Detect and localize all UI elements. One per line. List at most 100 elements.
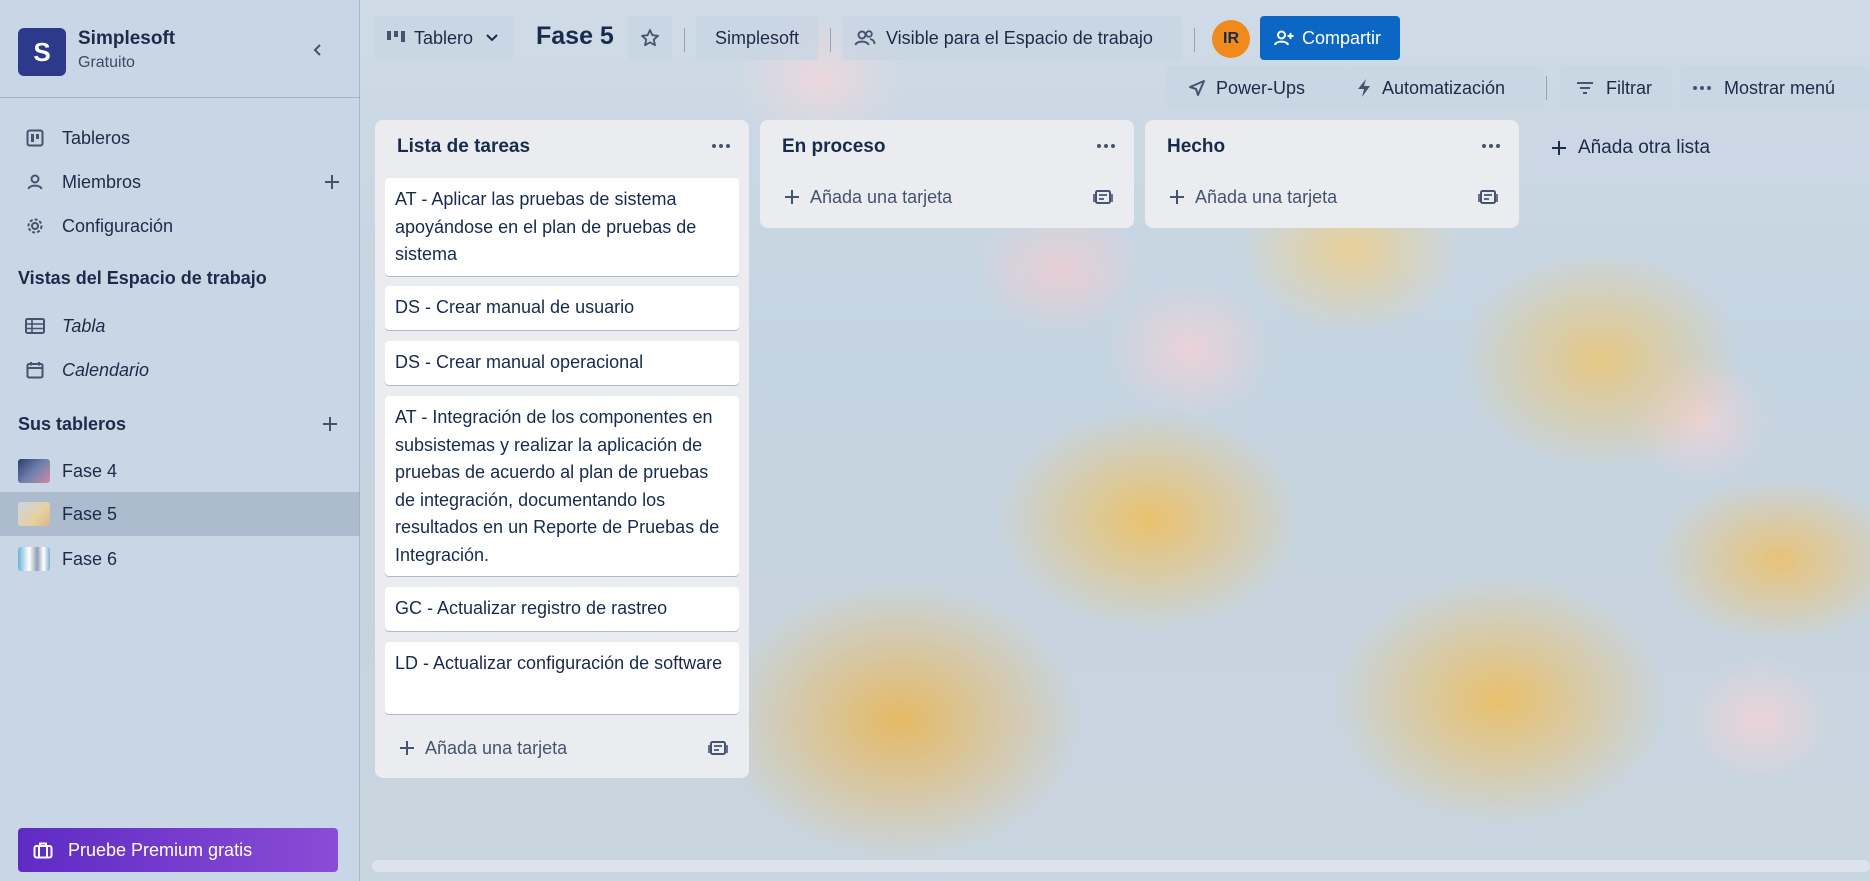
- sidebar-item-label: Configuración: [62, 215, 174, 236]
- sidebar-item-label: Fase 5: [62, 503, 118, 524]
- view-switcher-button[interactable]: Tablero: [374, 16, 514, 60]
- sidebar-item-label: Calendario: [62, 359, 150, 380]
- premium-label: Pruebe Premium gratis: [68, 839, 253, 860]
- share-label: Compartir: [1302, 27, 1382, 48]
- plus-icon: [1167, 187, 1187, 207]
- boards-section-title: Sus tableros: [18, 414, 127, 434]
- plus-icon: [782, 187, 802, 207]
- workspace-header: S Simplesoft Gratuito: [0, 0, 360, 98]
- list-title[interactable]: En proceso: [782, 136, 885, 158]
- list-title[interactable]: Lista de tareas: [397, 136, 530, 158]
- plus-icon: [397, 738, 417, 758]
- sidebar-item-label: Fase 6: [62, 548, 118, 569]
- collapse-sidebar-icon[interactable]: [306, 38, 330, 62]
- person-icon: [24, 171, 46, 193]
- filter-label: Filtrar: [1606, 77, 1652, 98]
- list-lista-de-tareas[interactable]: Lista de tareas AT - Aplicar las pruebas…: [375, 120, 749, 778]
- list-menu-icon[interactable]: [707, 134, 735, 158]
- plus-icon: [1550, 139, 1568, 157]
- lightning-icon: [1356, 78, 1372, 98]
- card-template-icon[interactable]: [1092, 186, 1114, 208]
- workspace-plan: Gratuito: [78, 54, 135, 71]
- add-list-label: Añada otra lista: [1578, 137, 1711, 158]
- header-divider: [684, 28, 685, 52]
- sidebar-board-fase-6[interactable]: Fase 6: [0, 539, 360, 579]
- people-icon: [854, 29, 876, 47]
- board-icon: [24, 127, 46, 149]
- visibility-label: Visible para el Espacio de trabajo: [886, 27, 1153, 48]
- card[interactable]: AT - Aplicar las pruebas de sistema apoy…: [385, 178, 739, 276]
- workspace-logo[interactable]: S: [18, 28, 66, 76]
- list-title[interactable]: Hecho: [1167, 136, 1225, 158]
- list-menu-icon[interactable]: [1477, 134, 1505, 158]
- table-icon: [24, 315, 46, 337]
- sidebar-board-fase-5[interactable]: Fase 5: [0, 492, 360, 536]
- add-list-button[interactable]: Añada otra lista: [1530, 120, 1870, 176]
- workspace-name[interactable]: Simplesoft: [78, 28, 175, 50]
- show-menu-button[interactable]: Mostrar menú: [1680, 66, 1870, 110]
- add-member-icon[interactable]: [320, 170, 344, 194]
- power-ups-button[interactable]: Power-Ups: [1166, 66, 1346, 110]
- workspace-button-label: Simplesoft: [714, 27, 800, 48]
- header-divider: [1546, 76, 1547, 100]
- sidebar-item-configuracion[interactable]: Configuración: [0, 206, 360, 246]
- board-title[interactable]: Fase 5: [536, 22, 614, 51]
- star-board-button[interactable]: [628, 16, 672, 60]
- add-card-button[interactable]: Añada una tarjeta: [397, 733, 567, 763]
- star-icon: [640, 28, 660, 48]
- chevron-down-icon: [485, 33, 499, 43]
- sidebar-item-tableros[interactable]: Tableros: [0, 118, 360, 158]
- board-thumbnail: [18, 547, 50, 571]
- more-icon: [1692, 85, 1712, 91]
- list-en-proceso[interactable]: En proceso Añada una tarjeta: [760, 120, 1134, 228]
- card[interactable]: GC - Actualizar registro de rastreo: [385, 587, 739, 631]
- board-thumbnail: [18, 459, 50, 483]
- automation-label: Automatización: [1382, 77, 1506, 98]
- show-menu-label: Mostrar menú: [1724, 77, 1836, 98]
- sidebar-item-label: Tabla: [62, 315, 106, 336]
- visibility-button[interactable]: Visible para el Espacio de trabajo: [842, 16, 1182, 60]
- workspace-button[interactable]: Simplesoft: [696, 16, 818, 60]
- gear-icon: [24, 215, 46, 237]
- list-hecho[interactable]: Hecho Añada una tarjeta: [1145, 120, 1519, 228]
- card-template-icon[interactable]: [1477, 186, 1499, 208]
- list-menu-icon[interactable]: [1092, 134, 1120, 158]
- add-card-label: Añada una tarjeta: [810, 186, 953, 207]
- add-board-icon[interactable]: [318, 412, 342, 436]
- sidebar-item-miembros[interactable]: Miembros: [0, 162, 360, 202]
- add-card-label: Añada una tarjeta: [1195, 186, 1338, 207]
- power-ups-label: Power-Ups: [1216, 77, 1306, 98]
- sidebar-item-label: Miembros: [62, 171, 142, 192]
- add-person-icon: [1274, 29, 1294, 47]
- sidebar: S Simplesoft Gratuito Tableros Miembros …: [0, 0, 360, 881]
- try-premium-button[interactable]: Pruebe Premium gratis: [18, 828, 338, 872]
- board-view-icon: [386, 30, 406, 46]
- header-divider: [1194, 28, 1195, 52]
- add-card-label: Añada una tarjeta: [425, 737, 568, 758]
- sidebar-item-label: Tableros: [62, 127, 131, 148]
- card[interactable]: DS - Crear manual operacional: [385, 341, 739, 385]
- sidebar-item-label: Fase 4: [62, 460, 118, 481]
- rocket-icon: [1188, 79, 1206, 97]
- calendar-icon: [24, 359, 46, 381]
- view-switcher-label: Tablero: [414, 27, 474, 48]
- card[interactable]: LD - Actualizar configuración de softwar…: [385, 642, 739, 714]
- horizontal-scrollbar[interactable]: [372, 860, 1870, 872]
- filter-button[interactable]: Filtrar: [1560, 66, 1672, 110]
- add-card-button[interactable]: Añada una tarjeta: [1167, 182, 1337, 212]
- views-section-title: Vistas del Espacio de trabajo: [18, 268, 267, 288]
- sidebar-board-fase-4[interactable]: Fase 4: [0, 451, 360, 491]
- card-template-icon[interactable]: [707, 737, 729, 759]
- board-thumbnail: [18, 502, 50, 526]
- automation-button[interactable]: Automatización: [1346, 66, 1544, 110]
- header-divider: [830, 28, 831, 52]
- share-button[interactable]: Compartir: [1260, 16, 1400, 60]
- avatar[interactable]: IR: [1212, 20, 1250, 58]
- sidebar-item-tabla[interactable]: Tabla: [0, 306, 360, 346]
- add-card-button[interactable]: Añada una tarjeta: [782, 182, 952, 212]
- filter-icon: [1576, 81, 1594, 95]
- briefcase-icon: [32, 839, 54, 861]
- card[interactable]: DS - Crear manual de usuario: [385, 286, 739, 330]
- sidebar-item-calendario[interactable]: Calendario: [0, 350, 360, 390]
- card[interactable]: AT - Integración de los componentes en s…: [385, 396, 739, 576]
